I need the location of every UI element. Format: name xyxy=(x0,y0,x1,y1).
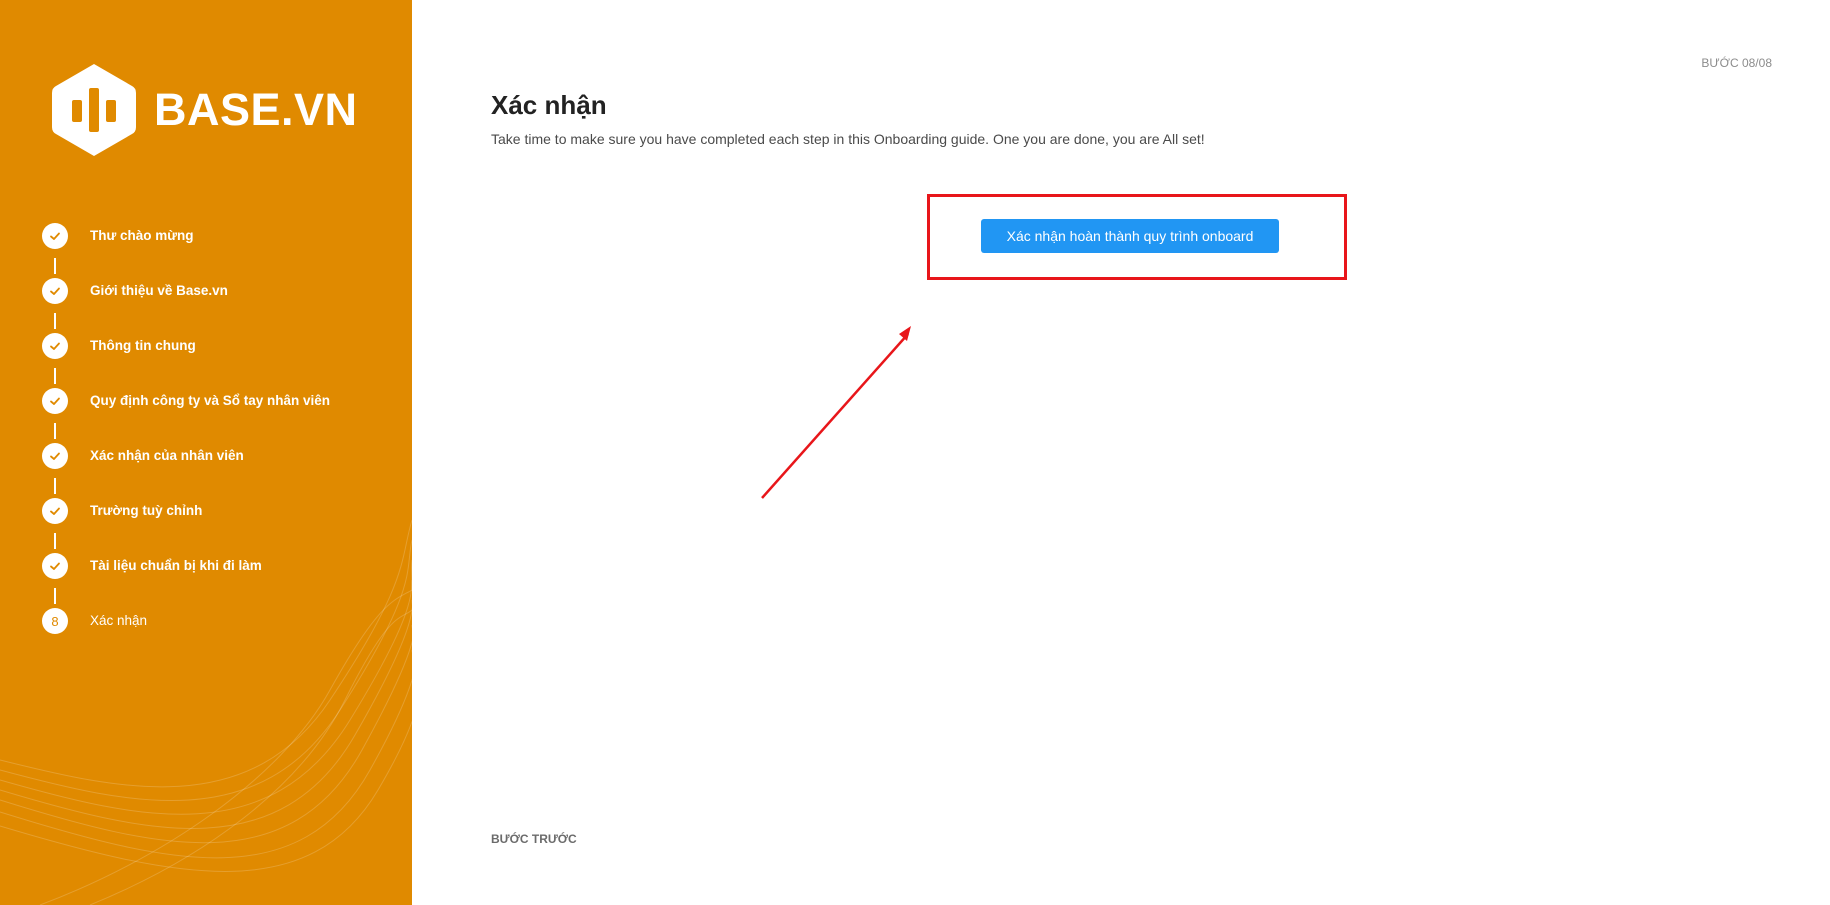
check-icon xyxy=(50,452,60,460)
step-item-documents[interactable]: Tài liệu chuẩn bị khi đi làm xyxy=(42,553,330,608)
step-label: Xác nhận của nhân viên xyxy=(90,448,244,463)
onboarding-steps: Thư chào mừng Giới thiệu về Base.vn Thôn… xyxy=(42,223,330,663)
brand-logo[interactable]: BASE.VN xyxy=(52,62,358,158)
step-label: Thông tin chung xyxy=(90,338,196,353)
step-status: 8 xyxy=(42,608,68,634)
step-label: Thư chào mừng xyxy=(90,228,194,243)
base-hexagon-logo-icon xyxy=(52,64,136,156)
page-title: Xác nhận xyxy=(491,90,607,120)
step-label: Xác nhận xyxy=(90,613,148,628)
step-status xyxy=(42,553,68,579)
step-item-employee-confirmation[interactable]: Xác nhận của nhân viên xyxy=(42,443,330,498)
check-icon xyxy=(50,562,60,570)
step-status xyxy=(42,388,68,414)
check-icon xyxy=(50,507,60,515)
step-counter: BƯỚC 08/08 xyxy=(1701,56,1772,70)
brand-name: BASE.VN xyxy=(154,84,358,135)
step-status xyxy=(42,278,68,304)
step-status xyxy=(42,333,68,359)
step-item-confirm[interactable]: 8 Xác nhận xyxy=(42,608,330,663)
step-connector xyxy=(54,588,56,604)
previous-step-link[interactable]: BƯỚC TRƯỚC xyxy=(491,832,577,846)
step-status xyxy=(42,223,68,249)
check-icon xyxy=(50,397,60,405)
step-connector xyxy=(54,258,56,274)
step-connector xyxy=(54,423,56,439)
check-icon xyxy=(50,287,60,295)
step-connector xyxy=(54,313,56,329)
step-status xyxy=(42,443,68,469)
step-label: Tài liệu chuẩn bị khi đi làm xyxy=(90,558,262,573)
page-subtitle: Take time to make sure you have complete… xyxy=(491,131,1205,147)
step-connector xyxy=(54,478,56,494)
step-item-intro[interactable]: Giới thiệu về Base.vn xyxy=(42,278,330,333)
step-item-policies[interactable]: Quy định công ty và Sổ tay nhân viên xyxy=(42,388,330,443)
step-item-welcome[interactable]: Thư chào mừng xyxy=(42,223,330,278)
step-item-general-info[interactable]: Thông tin chung xyxy=(42,333,330,388)
step-connector xyxy=(54,533,56,549)
step-label: Trường tuỳ chỉnh xyxy=(90,503,203,518)
step-label: Quy định công ty và Sổ tay nhân viên xyxy=(90,393,331,408)
check-icon xyxy=(50,342,60,350)
main-content: BƯỚC 08/08 Xác nhận Take time to make su… xyxy=(412,0,1830,905)
step-item-custom-fields[interactable]: Trường tuỳ chỉnh xyxy=(42,498,330,553)
check-icon xyxy=(50,232,60,240)
step-number: 8 xyxy=(51,613,59,629)
sidebar: BASE.VN Thư chào mừng Giới thiệu về Base… xyxy=(0,0,412,905)
step-status xyxy=(42,498,68,524)
step-connector xyxy=(54,368,56,384)
step-label: Giới thiệu về Base.vn xyxy=(90,283,228,298)
confirm-onboarding-button[interactable]: Xác nhận hoàn thành quy trình onboard xyxy=(981,219,1279,253)
